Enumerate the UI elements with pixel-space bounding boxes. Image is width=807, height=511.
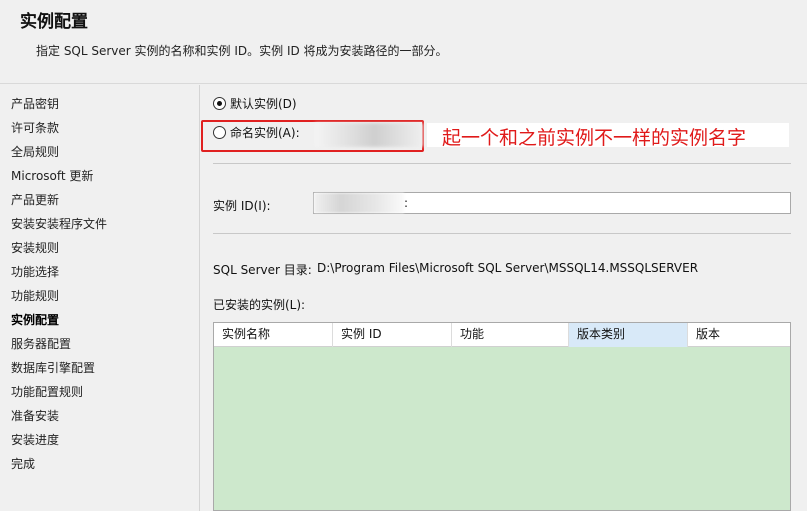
sidebar-item-ready-to-install[interactable]: 准备安装 bbox=[11, 407, 59, 424]
instance-id-blur bbox=[314, 193, 404, 213]
sidebar-item-global-rules[interactable]: 全局规则 bbox=[11, 143, 59, 160]
named-instance-radio[interactable] bbox=[213, 126, 226, 139]
named-instance-input[interactable] bbox=[315, 123, 423, 147]
default-instance-radio[interactable] bbox=[213, 97, 226, 110]
page-title: 实例配置 bbox=[20, 12, 88, 32]
installed-instances-label: 已安装的实例(L): bbox=[213, 298, 306, 312]
column-instance-id[interactable]: 实例 ID bbox=[333, 323, 452, 347]
sql-server-dir-label: SQL Server 目录: bbox=[213, 263, 312, 277]
sidebar-item-install-rules[interactable]: 安装规则 bbox=[11, 239, 59, 256]
installed-instances-table[interactable]: 实例名称 实例 ID 功能 版本类别 版本 bbox=[213, 322, 791, 511]
column-features[interactable]: 功能 bbox=[452, 323, 569, 347]
named-instance-label: 命名实例(A): bbox=[230, 126, 300, 140]
default-instance-label: 默认实例(D) bbox=[230, 97, 297, 111]
column-instance-name[interactable]: 实例名称 bbox=[214, 323, 333, 347]
sidebar-item-feature-rules[interactable]: 功能规则 bbox=[11, 287, 59, 304]
sql-server-dir-value: D:\Program Files\Microsoft SQL Server\MS… bbox=[317, 261, 699, 275]
page-description: 指定 SQL Server 实例的名称和实例 ID。实例 ID 将成为安装路径的… bbox=[36, 44, 448, 58]
sidebar-item-server-config[interactable]: 服务器配置 bbox=[11, 335, 71, 352]
sidebar-item-license-terms[interactable]: 许可条款 bbox=[11, 119, 59, 136]
sidebar-item-microsoft-update[interactable]: Microsoft 更新 bbox=[11, 167, 93, 184]
sidebar-nav: 产品密钥 许可条款 全局规则 Microsoft 更新 产品更新 安装安装程序文… bbox=[0, 85, 200, 511]
sidebar-item-product-key[interactable]: 产品密钥 bbox=[11, 95, 59, 112]
column-edition[interactable]: 版本类别 bbox=[569, 323, 688, 347]
sidebar-item-product-updates[interactable]: 产品更新 bbox=[11, 191, 59, 208]
sidebar-item-install-setup-files[interactable]: 安装安装程序文件 bbox=[11, 215, 107, 232]
instance-id-value: : bbox=[404, 196, 409, 210]
divider bbox=[213, 163, 791, 164]
sidebar-item-db-engine-config[interactable]: 数据库引擎配置 bbox=[11, 359, 95, 376]
sidebar-item-feature-config-rules[interactable]: 功能配置规则 bbox=[11, 383, 83, 400]
page-header: 实例配置 指定 SQL Server 实例的名称和实例 ID。实例 ID 将成为… bbox=[0, 0, 807, 84]
named-instance-radio-row[interactable]: 命名实例(A): bbox=[213, 124, 300, 141]
table-header: 实例名称 实例 ID 功能 版本类别 版本 bbox=[214, 323, 790, 347]
default-instance-radio-row[interactable]: 默认实例(D) bbox=[213, 95, 297, 112]
instance-id-input[interactable]: : bbox=[313, 192, 791, 214]
annotation-text: 起一个和之前实例不一样的实例名字 bbox=[442, 127, 747, 149]
main-panel: 默认实例(D) 命名实例(A): 起一个和之前实例不一样的实例名字 实例 ID(… bbox=[201, 85, 807, 511]
instance-id-label: 实例 ID(I): bbox=[213, 199, 271, 213]
sidebar-item-instance-config[interactable]: 实例配置 bbox=[11, 311, 59, 328]
column-version[interactable]: 版本 bbox=[688, 323, 790, 347]
sidebar-item-complete[interactable]: 完成 bbox=[11, 455, 35, 472]
sidebar-item-feature-selection[interactable]: 功能选择 bbox=[11, 263, 59, 280]
divider bbox=[213, 233, 791, 234]
sidebar-item-install-progress[interactable]: 安装进度 bbox=[11, 431, 59, 448]
